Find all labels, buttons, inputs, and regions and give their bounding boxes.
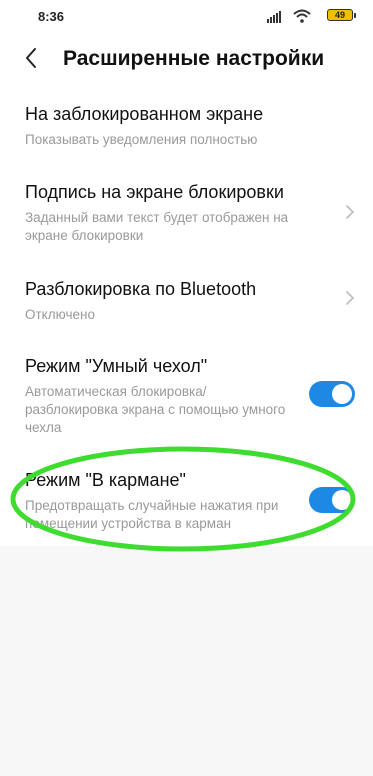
screen: 8:36 49 Расширенные настройки На заблоки… — [0, 0, 373, 776]
toggle-knob — [332, 490, 352, 510]
status-icons: 49 — [253, 9, 356, 25]
header: Расширенные настройки — [0, 40, 373, 80]
setting-title: Разблокировка по Bluetooth — [25, 279, 257, 299]
setting-subtitle: Заданный вами текст будет отображен на э… — [25, 210, 289, 243]
setting-subtitle: Показывать уведомления полностью — [25, 132, 258, 147]
setting-title: Режим "В кармане" — [25, 470, 186, 490]
setting-subtitle: Отключено — [25, 307, 95, 322]
setting-title: Режим "Умный чехол" — [25, 356, 208, 376]
setting-pocket-mode[interactable]: Режим "В кармане" Предотвращать случайны… — [0, 470, 373, 532]
setting-lock-screen-notifications[interactable]: На заблокированном экране Показывать уве… — [0, 104, 373, 154]
wifi-icon — [293, 9, 311, 23]
setting-bluetooth-unlock[interactable]: Разблокировка по Bluetooth Отключено — [0, 279, 373, 325]
smart-cover-toggle[interactable] — [309, 381, 355, 407]
chevron-right-icon — [346, 291, 355, 305]
status-time: 8:36 — [38, 9, 65, 24]
chevron-right-icon — [346, 205, 355, 219]
signal-icon — [267, 9, 283, 23]
setting-subtitle: Предотвращать случайные нажатия при поме… — [25, 498, 279, 531]
battery-icon: 49 — [327, 9, 356, 21]
chevron-left-icon[interactable] — [20, 46, 44, 70]
settings-panel — [0, 0, 373, 546]
pocket-mode-toggle[interactable] — [309, 487, 355, 513]
setting-title: Подпись на экране блокировки — [25, 182, 284, 202]
setting-subtitle: Автоматическая блокировка/ разблокировка… — [25, 384, 286, 435]
setting-smart-cover[interactable]: Режим "Умный чехол" Автоматическая блоки… — [0, 356, 373, 436]
setting-lock-screen-signature[interactable]: Подпись на экране блокировки Заданный ва… — [0, 182, 373, 248]
setting-title: На заблокированном экране — [25, 104, 264, 124]
toggle-knob — [332, 384, 352, 404]
battery-level: 49 — [334, 10, 345, 20]
page-title: Расширенные настройки — [63, 47, 325, 70]
status-bar: 8:36 49 — [0, 0, 373, 34]
